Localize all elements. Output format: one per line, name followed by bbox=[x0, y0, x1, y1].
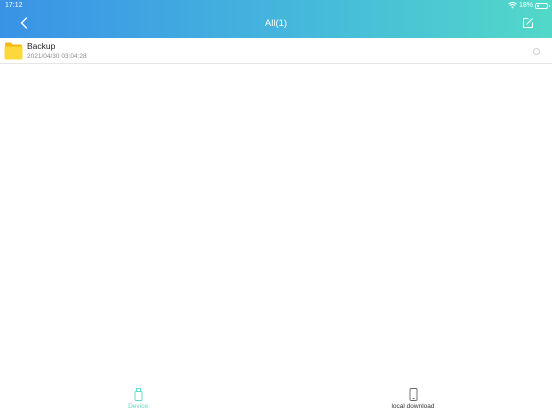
status-indicators: 18% bbox=[508, 1, 550, 10]
tablet-icon bbox=[409, 388, 417, 401]
wifi-icon bbox=[508, 2, 517, 9]
tab-label: Device bbox=[128, 403, 148, 410]
file-row-backup[interactable]: Backup 2021/04/30 03:04:28 bbox=[0, 38, 552, 64]
folder-icon bbox=[4, 42, 23, 60]
battery-percent: 18% bbox=[518, 2, 533, 9]
file-date: 2021/04/30 03:04:28 bbox=[27, 53, 87, 60]
page-title: All(1) bbox=[264, 18, 288, 29]
usb-drive-icon bbox=[134, 388, 142, 401]
tab-local-download[interactable]: local download bbox=[353, 388, 473, 411]
battery-icon bbox=[535, 2, 550, 9]
file-name: Backup bbox=[27, 41, 56, 51]
edit-icon bbox=[523, 18, 533, 28]
status-time: 17:12 bbox=[5, 2, 23, 9]
edit-button[interactable] bbox=[522, 17, 534, 29]
select-radio[interactable] bbox=[533, 48, 540, 55]
tab-label: local download bbox=[391, 403, 435, 410]
battery-level bbox=[537, 4, 539, 7]
tab-device[interactable]: Device bbox=[78, 388, 198, 411]
bottom-tab-bar: Device local download bbox=[0, 382, 552, 414]
app-header: 17:12 18% All(1) bbox=[0, 0, 552, 38]
